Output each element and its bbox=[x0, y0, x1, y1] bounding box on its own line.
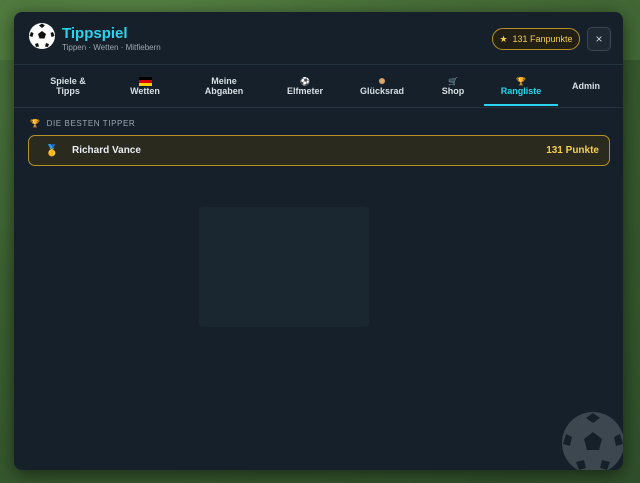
close-button[interactable]: × bbox=[587, 27, 611, 51]
gold-medal-icon: 🥇 bbox=[45, 145, 59, 157]
tab-admin[interactable]: Admin bbox=[562, 65, 610, 107]
tab-label: Rangliste bbox=[500, 85, 542, 96]
cart-icon: 🛒 bbox=[448, 76, 458, 86]
background-shadow-panel bbox=[199, 207, 369, 327]
section-title: DIE BESTEN TIPPER bbox=[46, 119, 136, 128]
german-flag-icon bbox=[138, 76, 152, 86]
soccer-ball-icon: ⚽ bbox=[300, 76, 310, 86]
tab-label: Wetten bbox=[130, 85, 160, 96]
soccer-ball-icon bbox=[29, 23, 55, 49]
tab-meine-abgaben[interactable]: Meine Abgaben bbox=[188, 65, 260, 107]
tab-label: Shop bbox=[441, 85, 465, 96]
fanpoints-label: 131 Fanpunkte bbox=[512, 34, 573, 44]
tab-label: Admin bbox=[572, 81, 600, 91]
player-score: 131 Punkte bbox=[546, 145, 599, 156]
tab-elfmeter[interactable]: ⚽ Elfmeter bbox=[272, 65, 338, 107]
tippspiel-window: Tippspiel Tippen · Wetten · Mitfiebern ★… bbox=[14, 12, 623, 470]
tab-spiele-tipps[interactable]: Spiele & Tipps bbox=[32, 65, 104, 107]
player-name: Richard Vance bbox=[72, 145, 141, 156]
window-header: Tippspiel Tippen · Wetten · Mitfiebern ★… bbox=[14, 12, 623, 64]
wheel-icon: ✺ bbox=[378, 76, 386, 86]
fanpoints-badge[interactable]: ★ 131 Fanpunkte bbox=[492, 28, 580, 50]
tab-rangliste[interactable]: 🏆 Rangliste bbox=[484, 65, 558, 107]
tab-label: Spiele & Tipps bbox=[50, 76, 86, 96]
leaderboard-row[interactable]: 🥇 Richard Vance 131 Punkte bbox=[28, 135, 610, 166]
trophy-icon: 🏆 bbox=[516, 76, 526, 86]
soccer-ball-watermark-icon bbox=[562, 412, 623, 470]
trophy-icon: 🏆 bbox=[30, 119, 41, 128]
tab-label: Elfmeter bbox=[286, 85, 323, 96]
app-title: Tippspiel bbox=[62, 25, 128, 42]
tab-wetten[interactable]: Wetten bbox=[112, 65, 178, 107]
leaderboard-heading: 🏆 DIE BESTEN TIPPER bbox=[30, 119, 135, 128]
tab-gluecksrad[interactable]: ✺ Glücksrad bbox=[348, 65, 416, 107]
tab-label: Meine Abgaben bbox=[204, 76, 244, 96]
tab-label: Glücksrad bbox=[359, 85, 405, 96]
tab-shop[interactable]: 🛒 Shop bbox=[426, 65, 480, 107]
app-subtitle: Tippen · Wetten · Mitfiebern bbox=[62, 43, 161, 52]
tab-bar: Spiele & Tipps Wetten Meine Abgaben ⚽ El… bbox=[14, 64, 623, 108]
star-icon: ★ bbox=[499, 33, 508, 44]
